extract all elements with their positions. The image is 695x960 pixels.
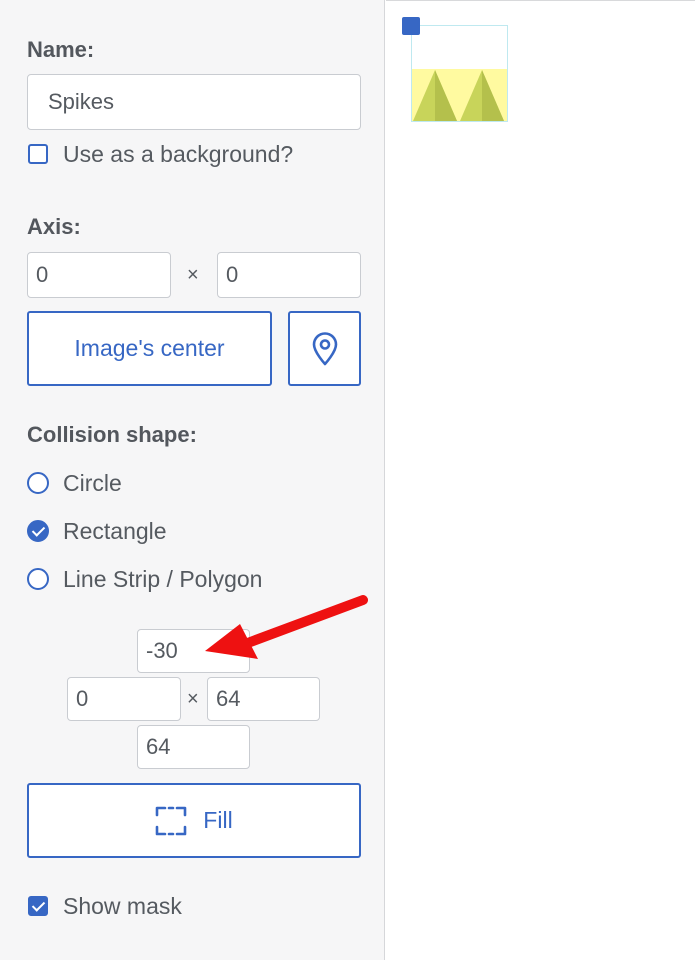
background-checkbox[interactable] <box>28 144 48 164</box>
sprite-canvas[interactable] <box>386 0 695 960</box>
radio-rectangle-label: Rectangle <box>63 518 167 544</box>
rect-right-input[interactable] <box>207 677 320 721</box>
fill-button-label: Fill <box>203 807 233 833</box>
fill-button[interactable]: Fill <box>27 783 361 858</box>
radio-circle-label: Circle <box>63 470 122 496</box>
axis-x-input[interactable] <box>27 252 171 298</box>
pick-axis-button[interactable] <box>288 311 361 386</box>
map-pin-icon <box>309 331 341 367</box>
radio-polygon-label: Line Strip / Polygon <box>63 566 263 592</box>
axis-y-input[interactable] <box>217 252 361 298</box>
annotation-arrow <box>200 592 370 667</box>
image-center-button-label: Image's center <box>74 335 225 361</box>
background-checkbox-label: Use as a background? <box>63 141 294 167</box>
radio-polygon[interactable] <box>27 568 49 590</box>
rect-times-sign: × <box>187 688 199 710</box>
name-label: Name: <box>27 37 95 62</box>
radio-rectangle[interactable] <box>27 520 49 542</box>
axis-label: Axis: <box>27 214 81 239</box>
show-mask-checkbox[interactable] <box>28 896 48 916</box>
axis-times-sign: × <box>187 264 199 286</box>
radio-circle[interactable] <box>27 472 49 494</box>
rect-left-input[interactable] <box>67 677 181 721</box>
show-mask-label: Show mask <box>63 893 182 919</box>
origin-handle[interactable] <box>402 17 420 35</box>
name-input[interactable] <box>27 74 361 130</box>
rect-bottom-input[interactable] <box>137 725 250 769</box>
collision-shape-label: Collision shape: <box>27 422 197 447</box>
fill-frame-icon <box>155 806 187 836</box>
image-center-button[interactable]: Image's center <box>27 311 272 386</box>
spikes-sprite[interactable] <box>411 25 508 122</box>
properties-sidebar: Name: Use as a background? Axis: × Image… <box>0 0 385 960</box>
